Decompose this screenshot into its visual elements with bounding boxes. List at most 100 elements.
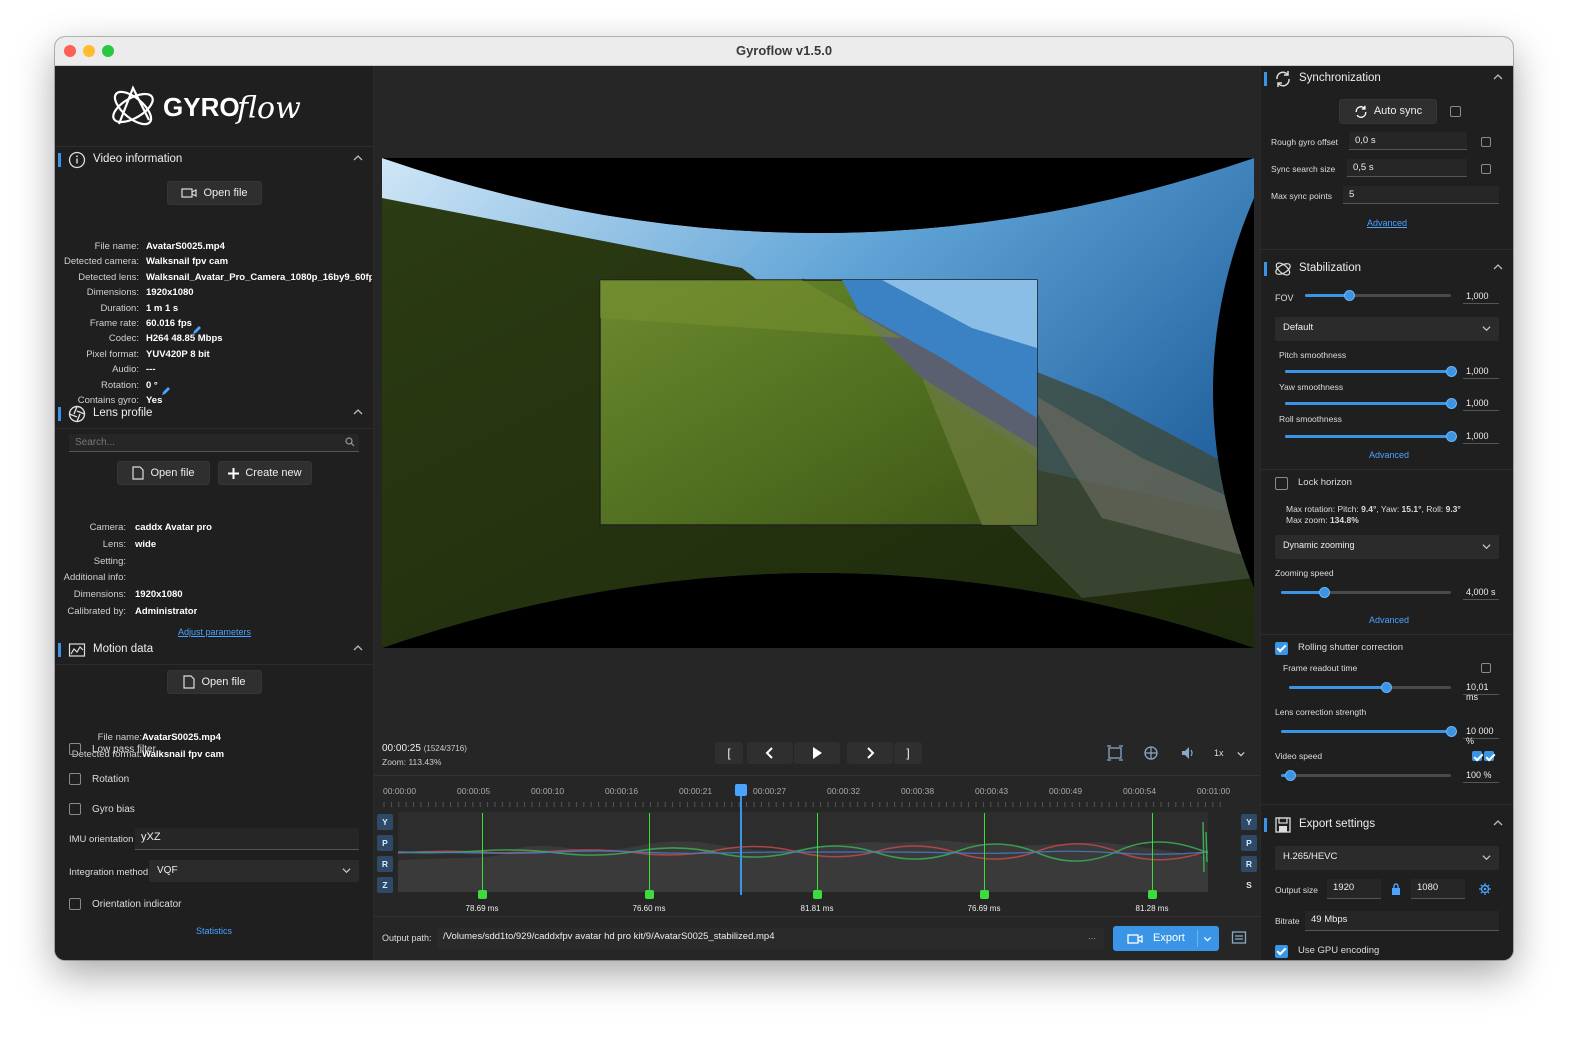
sync-point-line[interactable] (1152, 813, 1153, 891)
video-speed-check-1[interactable] (1472, 751, 1482, 761)
gpu-encoding-checkbox[interactable] (1275, 945, 1288, 958)
gyro-bias-checkbox[interactable] (69, 803, 81, 815)
export-settings-header[interactable]: Export settings (1261, 812, 1513, 838)
lens-profile-header[interactable]: Lens profile (55, 401, 373, 427)
codec-select[interactable]: H.265/HEVC (1275, 846, 1499, 870)
output-height-input[interactable]: 1080 (1411, 879, 1465, 899)
video-preview[interactable] (382, 158, 1254, 648)
axis-toggle-z[interactable]: Z (377, 877, 393, 893)
axis-toggle-y[interactable]: Y (1241, 814, 1257, 830)
lock-icon[interactable] (1391, 883, 1401, 895)
video-speed-check-2[interactable] (1484, 751, 1494, 761)
pitch-smoothness-slider[interactable] (1285, 364, 1457, 378)
chevron-down-icon[interactable] (1237, 750, 1245, 758)
sync-point-handle[interactable] (813, 890, 822, 899)
axis-toggle-r[interactable]: R (1241, 856, 1257, 872)
sync-point-line[interactable] (984, 813, 985, 891)
fov-value[interactable]: 1,000 (1463, 290, 1499, 304)
sync-point-handle[interactable] (980, 890, 989, 899)
open-video-button[interactable]: Open file (167, 181, 262, 205)
lens-search-input[interactable]: Search... (69, 434, 359, 452)
open-motion-button[interactable]: Open file (167, 670, 262, 694)
zooming-speed-value[interactable]: 4,000 s (1463, 586, 1499, 600)
zooming-speed-slider[interactable] (1281, 585, 1451, 599)
lock-horizon-checkbox[interactable] (1275, 477, 1288, 490)
timeline-graph[interactable] (397, 812, 1209, 892)
chevron-down-icon[interactable] (1203, 935, 1212, 943)
render-queue-icon[interactable] (1231, 930, 1247, 946)
playback-speed-select[interactable]: 1x (1214, 748, 1224, 758)
video-info-header[interactable]: Video information (55, 147, 373, 173)
frame-readout-checkbox[interactable] (1481, 663, 1491, 673)
set-trim-end-button[interactable]: ] (894, 742, 922, 764)
rotation-checkbox[interactable] (69, 773, 81, 785)
video-speed-value[interactable]: 100 % (1463, 769, 1499, 783)
rough-offset-checkbox[interactable] (1481, 137, 1491, 147)
rough-gyro-offset-input[interactable]: 0,0 s (1349, 132, 1467, 150)
playhead[interactable] (740, 785, 742, 895)
play-button[interactable] (794, 742, 840, 764)
auto-sync-button[interactable]: Auto sync (1339, 99, 1437, 124)
chevron-up-icon[interactable] (1493, 72, 1503, 82)
frame-readout-value[interactable]: 10,01 ms (1463, 681, 1499, 702)
next-frame-button[interactable] (847, 742, 893, 764)
axis-toggle-y[interactable]: Y (377, 814, 393, 830)
sync-point-line[interactable] (482, 813, 483, 891)
zoom-advanced-link[interactable]: Advanced (1369, 615, 1409, 625)
sync-point-line[interactable] (649, 813, 650, 891)
orientation-indicator-checkbox[interactable] (69, 898, 81, 910)
create-lens-button[interactable]: Create new (218, 461, 312, 485)
motion-data-header[interactable]: Motion data (55, 637, 373, 663)
chevron-up-icon[interactable] (1493, 818, 1503, 828)
sync-point-line[interactable] (817, 813, 818, 891)
stabilization-header[interactable]: Stabilization (1261, 256, 1513, 282)
yaw-smoothness-slider[interactable] (1285, 396, 1457, 410)
max-sync-points-input[interactable]: 5 (1343, 186, 1499, 204)
sync-point-handle[interactable] (478, 890, 487, 899)
bitrate-input[interactable]: 49 Mbps (1305, 911, 1499, 931)
roll-smoothness-value[interactable]: 1,000 (1463, 430, 1499, 444)
statistics-link[interactable]: Statistics (196, 926, 232, 936)
lens-correction-slider[interactable] (1281, 724, 1457, 738)
stab-advanced-link[interactable]: Advanced (1369, 450, 1409, 460)
fov-slider[interactable] (1305, 288, 1451, 302)
set-trim-start-button[interactable]: [ (715, 742, 743, 764)
integration-method-select[interactable]: VQF (149, 860, 359, 882)
chevron-up-icon[interactable] (353, 407, 363, 417)
edit-frame-rate-icon[interactable] (192, 325, 202, 335)
sync-search-size-input[interactable]: 0,5 s (1347, 159, 1467, 177)
imu-orientation-input[interactable]: yXZ (135, 828, 359, 850)
chevron-up-icon[interactable] (353, 153, 363, 163)
axis-toggle-s[interactable]: S (1241, 877, 1257, 893)
rolling-shutter-checkbox[interactable] (1275, 642, 1288, 655)
yaw-smoothness-value[interactable]: 1,000 (1463, 397, 1499, 411)
zooming-method-select[interactable]: Dynamic zooming (1275, 535, 1499, 559)
adjust-parameters-link[interactable]: Adjust parameters (178, 627, 251, 637)
sync-advanced-link[interactable]: Advanced (1367, 218, 1407, 228)
previous-frame-button[interactable] (747, 742, 793, 764)
gear-icon[interactable] (1479, 883, 1491, 895)
auto-sync-checkbox[interactable] (1450, 106, 1461, 117)
axis-toggle-p[interactable]: P (1241, 835, 1257, 851)
frame-readout-slider[interactable] (1289, 680, 1451, 694)
open-lens-button[interactable]: Open file (117, 461, 210, 485)
lens-correction-value[interactable]: 10 000 % (1463, 725, 1499, 746)
sync-point-handle[interactable] (645, 890, 654, 899)
pitch-smoothness-value[interactable]: 1,000 (1463, 365, 1499, 379)
edit-rotation-icon[interactable] (161, 386, 171, 396)
low-pass-filter-checkbox[interactable] (69, 743, 81, 755)
stabilization-toggle-icon[interactable] (1143, 745, 1159, 761)
sync-search-checkbox[interactable] (1481, 164, 1491, 174)
output-width-input[interactable]: 1920 (1327, 879, 1381, 899)
chevron-up-icon[interactable] (1493, 262, 1503, 272)
axis-toggle-p[interactable]: P (377, 835, 393, 851)
video-speed-slider[interactable] (1281, 768, 1451, 782)
output-path-input[interactable]: /Volumes/sdd1to/929/caddxfpv avatar hd p… (437, 928, 1104, 949)
axis-toggle-r[interactable]: R (377, 856, 393, 872)
synchronization-header[interactable]: Synchronization (1261, 66, 1513, 92)
fit-view-icon[interactable] (1107, 745, 1123, 761)
export-button[interactable]: Export (1113, 926, 1219, 951)
chevron-up-icon[interactable] (353, 643, 363, 653)
smoothing-method-select[interactable]: Default (1275, 317, 1499, 341)
sync-point-handle[interactable] (1148, 890, 1157, 899)
